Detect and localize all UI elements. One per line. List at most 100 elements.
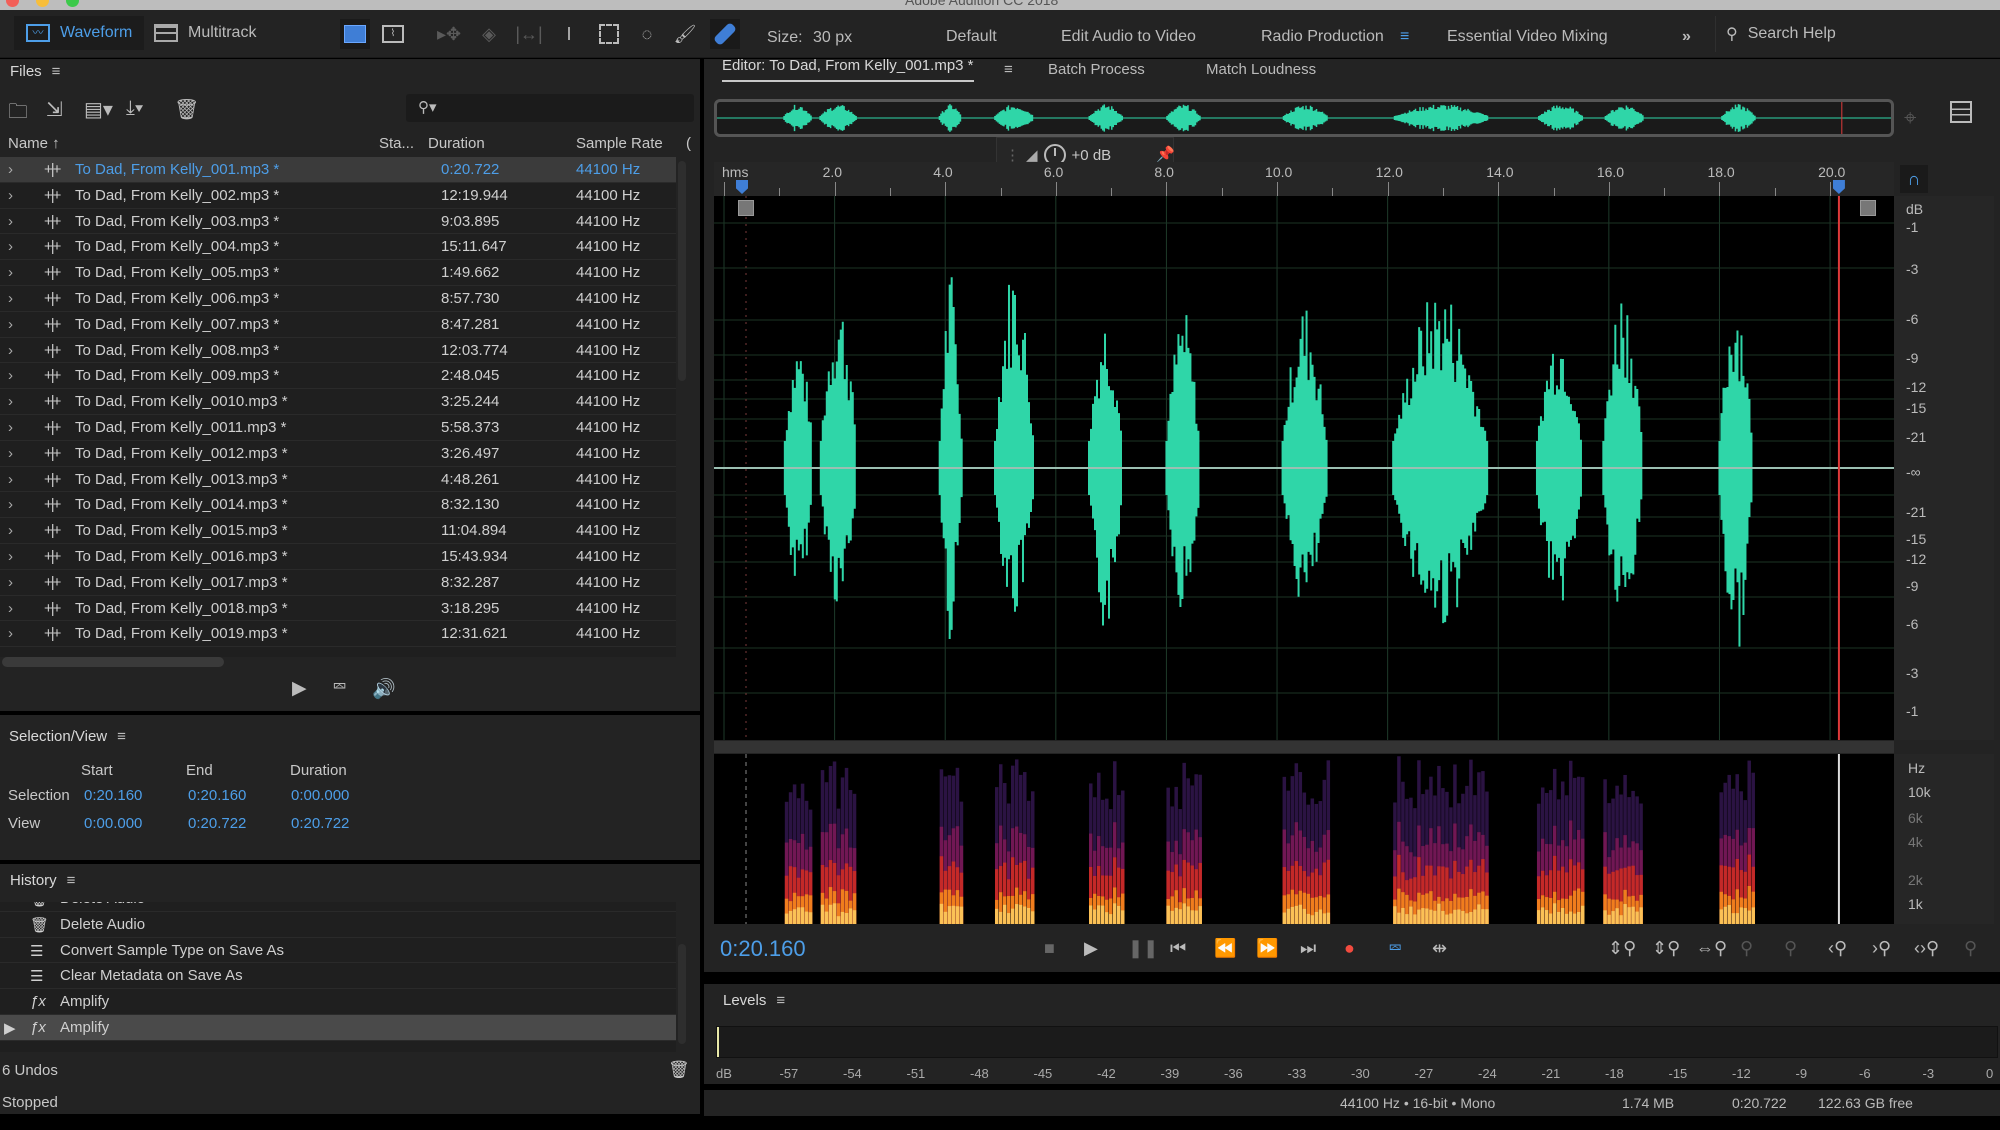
razor-tool[interactable]: ◈ — [474, 19, 504, 49]
insert-into-multitrack-icon[interactable]: ⤓▾ — [126, 97, 143, 120]
file-row[interactable]: › +|+ To Dad, From Kelly_009.mp3 * 2:48.045… — [0, 363, 676, 390]
view-start-field[interactable]: 0:00.000 — [84, 815, 142, 832]
zoom-in-amplitude-button[interactable]: ⇕⚲ — [1608, 938, 1636, 959]
expand-chevron-icon[interactable]: › — [8, 600, 13, 617]
expand-chevron-icon[interactable]: › — [8, 367, 13, 384]
history-item[interactable]: ☰ Convert Sample Type on Save As — [0, 938, 676, 964]
lasso-selection-tool[interactable]: ◌ — [632, 19, 662, 49]
file-row[interactable]: › +|+ To Dad, From Kelly_0015.mp3 * 11:04.8… — [0, 518, 676, 544]
play-preview-icon[interactable]: ▶ — [292, 677, 307, 700]
fade-in-handle[interactable] — [738, 200, 754, 216]
search-help-field[interactable]: ⚲ Search Help — [1715, 16, 2000, 52]
record-button[interactable]: ● — [1344, 938, 1355, 959]
more-workspaces-button[interactable]: » — [1682, 28, 1691, 46]
file-row[interactable]: › +|+ To Dad, From Kelly_008.mp3 * 12:03.77… — [0, 338, 676, 364]
editor-tab-menu-icon[interactable]: ≡ — [1004, 61, 1013, 78]
file-row[interactable]: › +|+ To Dad, From Kelly_003.mp3 * 9:03.895… — [0, 209, 676, 235]
expand-chevron-icon[interactable]: › — [8, 342, 13, 359]
history-item[interactable]: 🗑 Delete Audio — [0, 912, 676, 938]
fast-forward-button[interactable]: ⏩ — [1256, 938, 1278, 959]
history-scrollbar[interactable] — [678, 944, 686, 1044]
panel-menu-icon[interactable]: ≡ — [117, 728, 126, 745]
file-row[interactable]: › +|+ To Dad, From Kelly_001.mp3 * 0:20.722… — [0, 157, 676, 183]
history-item[interactable]: ☰ Clear Metadata on Save As — [0, 963, 676, 990]
files-horizontal-scrollbar[interactable] — [2, 657, 224, 667]
current-time-display[interactable]: 0:20.160 — [720, 936, 806, 962]
pause-button[interactable]: ❚❚ — [1128, 938, 1158, 959]
history-item[interactable]: 🗑 Delete Audio — [0, 902, 676, 912]
history-item[interactable]: ▶ ƒx Amplify — [0, 1014, 676, 1041]
history-item[interactable]: ƒx Amplify — [0, 989, 676, 1015]
column-header-sample-rate[interactable]: Sample Rate — [576, 135, 663, 152]
zoom-in-time-button[interactable]: ⇔⚲ — [1696, 938, 1727, 959]
workspace-radio-production[interactable]: Radio Production — [1261, 28, 1384, 46]
file-row[interactable]: › +|+ To Dad, From Kelly_004.mp3 * 15:11.64… — [0, 234, 676, 261]
loop-playback-button[interactable]: ⮹ — [1388, 938, 1402, 959]
rewind-button[interactable]: ⏪ — [1214, 938, 1236, 959]
show-spectral-view-button[interactable]: ⌇ — [378, 19, 408, 49]
expand-chevron-icon[interactable]: › — [8, 213, 13, 230]
pin-hud-icon[interactable]: 📌 — [1156, 145, 1175, 163]
overview-navigator[interactable] — [714, 99, 1894, 137]
show-waveform-view-button[interactable] — [340, 19, 370, 49]
time-ruler[interactable]: hms 2.0 4.0 6.0 8.0 10.0 12.0 14.0 16.0 18.0 20.0 — [714, 162, 1894, 196]
selection-end-field[interactable]: 0:20.160 — [188, 787, 246, 804]
auto-play-icon[interactable]: 🔊 — [372, 677, 396, 701]
spot-healing-brush-tool[interactable] — [710, 19, 740, 49]
view-end-field[interactable]: 0:20.722 — [188, 815, 246, 832]
panel-menu-icon[interactable]: ≡ — [67, 872, 76, 889]
move-playhead-to-previous-button[interactable]: ⏮ — [1170, 938, 1186, 959]
file-row[interactable]: › +|+ To Dad, From Kelly_0019.mp3 * 12:31.6… — [0, 621, 676, 648]
clear-history-icon[interactable]: 🗑 — [668, 1060, 690, 1080]
column-header-overflow[interactable]: ( — [686, 135, 691, 152]
zoom-in-right-button[interactable]: ›⚲ — [1872, 938, 1891, 959]
snap-magnet-icon[interactable]: ∩ — [1900, 165, 1928, 193]
move-tool[interactable]: ▸✥ — [434, 19, 464, 49]
waveform-mode-button[interactable]: 〰 Waveform — [14, 16, 145, 50]
import-file-icon[interactable]: ⇲ — [46, 97, 63, 122]
zoom-in-left-button[interactable]: ‹⚲ — [1828, 938, 1847, 959]
waveform-display[interactable] — [714, 196, 1894, 740]
workspace-essential-video-mixing[interactable]: Essential Video Mixing — [1447, 28, 1608, 46]
zoom-to-selection-button[interactable]: ⚲ — [1784, 938, 1797, 959]
marquee-selection-tool[interactable] — [594, 19, 624, 49]
tab-batch-process[interactable]: Batch Process — [1048, 61, 1145, 78]
expand-chevron-icon[interactable]: › — [8, 393, 13, 410]
close-window-button[interactable] — [6, 0, 19, 7]
column-header-status[interactable]: Sta... — [379, 135, 414, 152]
expand-chevron-icon[interactable]: › — [8, 471, 13, 488]
view-duration-field[interactable]: 0:20.722 — [291, 815, 349, 832]
file-row[interactable]: › +|+ To Dad, From Kelly_0017.mp3 * 8:32.28… — [0, 570, 676, 596]
expand-chevron-icon[interactable]: › — [8, 316, 13, 333]
multitrack-mode-button[interactable]: Multitrack — [142, 16, 268, 50]
expand-chevron-icon[interactable]: › — [8, 264, 13, 281]
gain-value[interactable]: +0 dB — [1072, 147, 1112, 164]
minimize-window-button[interactable] — [36, 0, 49, 7]
expand-chevron-icon[interactable]: › — [8, 548, 13, 565]
new-file-icon[interactable]: ▤▾ — [84, 97, 113, 122]
delete-file-icon[interactable]: 🗑 — [174, 97, 199, 122]
files-search-input[interactable]: ⚲▾ — [406, 94, 694, 122]
selection-start-marker[interactable] — [736, 180, 748, 194]
loop-preview-icon[interactable]: ⮹ — [332, 677, 347, 699]
expand-chevron-icon[interactable]: › — [8, 238, 13, 255]
expand-chevron-icon[interactable]: › — [8, 290, 13, 307]
file-row[interactable]: › +|+ To Dad, From Kelly_0013.mp3 * 4:48.26… — [0, 467, 676, 493]
spectral-display[interactable] — [714, 754, 1894, 924]
stop-button[interactable]: ■ — [1044, 938, 1055, 959]
open-file-icon[interactable]: 🗀 — [8, 97, 28, 131]
file-row[interactable]: › +|+ To Dad, From Kelly_005.mp3 * 1:49.662… — [0, 260, 676, 286]
file-row[interactable]: › +|+ To Dad, From Kelly_007.mp3 * 8:47.281… — [0, 312, 676, 338]
expand-chevron-icon[interactable]: › — [8, 445, 13, 462]
panel-menu-icon[interactable]: ≡ — [52, 63, 61, 80]
zoom-to-selection-icon[interactable]: ⌖ — [1904, 105, 1916, 131]
expand-chevron-icon[interactable]: › — [8, 496, 13, 513]
workspace-default[interactable]: Default — [946, 28, 997, 46]
expand-chevron-icon[interactable]: › — [8, 574, 13, 591]
file-row[interactable]: › +|+ To Dad, From Kelly_0018.mp3 * 3:18.29… — [0, 596, 676, 622]
zoom-out-full-button[interactable]: ‹›⚲ — [1914, 938, 1939, 959]
tab-editor[interactable]: Editor: To Dad, From Kelly_001.mp3 * — [722, 57, 974, 82]
paintbrush-selection-tool[interactable]: 🖌 — [670, 19, 700, 49]
brush-size-value[interactable]: 30 px — [813, 29, 852, 47]
skip-selection-button[interactable]: ⇹ — [1432, 938, 1447, 959]
